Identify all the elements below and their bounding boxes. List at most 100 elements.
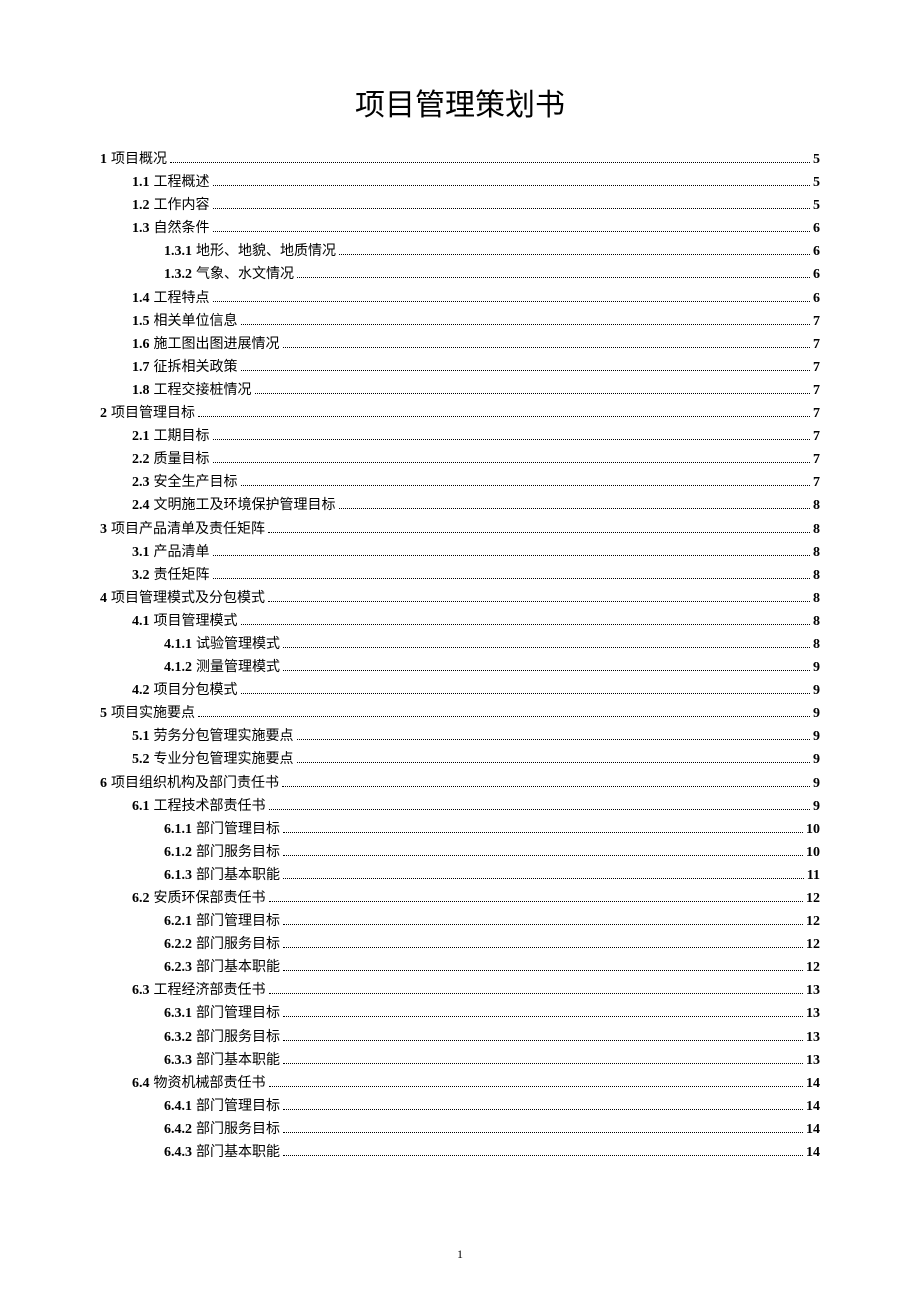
toc-leader-dots <box>241 693 811 694</box>
toc-entry: 5 项目实施要点 9 <box>100 702 820 725</box>
toc-entry-label: 气象、水文情况 <box>196 263 294 286</box>
toc-entry-label: 工程经济部责任书 <box>154 979 266 1002</box>
toc-entry: 2.2 质量目标 7 <box>100 448 820 471</box>
toc-leader-dots <box>283 1040 803 1041</box>
toc-entry-label: 工作内容 <box>154 194 210 217</box>
toc-entry: 2 项目管理目标 7 <box>100 402 820 425</box>
table-of-contents: 1 项目概况 51.1 工程概述 51.2 工作内容 51.3 自然条件 61.… <box>100 148 820 1164</box>
toc-entry-label: 劳务分包管理实施要点 <box>154 725 294 748</box>
toc-entry: 6.1.3 部门基本职能 11 <box>100 864 820 887</box>
toc-leader-dots <box>198 716 810 717</box>
toc-entry-label: 施工图出图进展情况 <box>154 333 280 356</box>
toc-leader-dots <box>283 1016 803 1017</box>
toc-leader-dots <box>283 1109 803 1110</box>
toc-entry-number: 2 <box>100 402 107 425</box>
toc-entry-number: 6.4.3 <box>164 1141 192 1164</box>
toc-entry: 6.3.2 部门服务目标 13 <box>100 1026 820 1049</box>
toc-leader-dots <box>283 1063 803 1064</box>
toc-entry-label: 部门基本职能 <box>196 1049 280 1072</box>
toc-entry-page: 9 <box>813 702 820 725</box>
toc-leader-dots <box>213 185 811 186</box>
toc-entry: 6.3.3 部门基本职能 13 <box>100 1049 820 1072</box>
toc-entry-page: 10 <box>806 818 820 841</box>
toc-entry-label: 部门服务目标 <box>196 1118 280 1141</box>
toc-entry-page: 7 <box>813 310 820 333</box>
toc-entry-number: 5.2 <box>132 748 150 771</box>
toc-entry-page: 9 <box>813 772 820 795</box>
toc-entry-page: 13 <box>806 1049 820 1072</box>
toc-entry-page: 12 <box>806 910 820 933</box>
toc-entry-page: 12 <box>806 956 820 979</box>
toc-leader-dots <box>282 786 810 787</box>
toc-entry-number: 6.3.1 <box>164 1002 192 1025</box>
toc-entry: 4.1 项目管理模式 8 <box>100 610 820 633</box>
toc-leader-dots <box>213 439 811 440</box>
toc-entry: 3 项目产品清单及责任矩阵 8 <box>100 518 820 541</box>
toc-entry: 1.7 征拆相关政策 7 <box>100 356 820 379</box>
toc-entry-page: 8 <box>813 633 820 656</box>
toc-entry: 6.1.2 部门服务目标 10 <box>100 841 820 864</box>
toc-entry-number: 6.2.1 <box>164 910 192 933</box>
toc-entry-number: 6.2.3 <box>164 956 192 979</box>
toc-leader-dots <box>213 301 811 302</box>
toc-entry-page: 6 <box>813 217 820 240</box>
toc-entry-page: 14 <box>806 1141 820 1164</box>
toc-entry-page: 5 <box>813 171 820 194</box>
toc-entry: 4.2 项目分包模式 9 <box>100 679 820 702</box>
toc-entry: 1.5 相关单位信息 7 <box>100 310 820 333</box>
toc-entry: 6.1 工程技术部责任书 9 <box>100 795 820 818</box>
toc-entry-page: 9 <box>813 679 820 702</box>
toc-entry: 1.3.2 气象、水文情况 6 <box>100 263 820 286</box>
toc-entry-page: 7 <box>813 356 820 379</box>
toc-entry-number: 4.2 <box>132 679 150 702</box>
toc-leader-dots <box>283 970 803 971</box>
toc-entry-label: 部门基本职能 <box>196 1141 280 1164</box>
toc-leader-dots <box>283 924 803 925</box>
toc-entry-label: 工程技术部责任书 <box>154 795 266 818</box>
toc-entry: 3.1 产品清单 8 <box>100 541 820 564</box>
toc-entry-label: 部门服务目标 <box>196 841 280 864</box>
toc-entry: 2.1 工期目标 7 <box>100 425 820 448</box>
toc-entry-page: 5 <box>813 194 820 217</box>
toc-leader-dots <box>241 485 811 486</box>
toc-entry-page: 7 <box>813 379 820 402</box>
toc-leader-dots <box>213 231 811 232</box>
toc-entry-label: 安全生产目标 <box>154 471 238 494</box>
toc-leader-dots <box>283 832 803 833</box>
toc-entry-number: 1.2 <box>132 194 150 217</box>
toc-entry-page: 7 <box>813 402 820 425</box>
toc-entry-number: 6.1.3 <box>164 864 192 887</box>
toc-leader-dots <box>297 739 811 740</box>
toc-entry-label: 项目管理模式及分包模式 <box>111 587 265 610</box>
toc-leader-dots <box>269 809 811 810</box>
toc-entry: 5.1 劳务分包管理实施要点 9 <box>100 725 820 748</box>
toc-entry: 6.3 工程经济部责任书 13 <box>100 979 820 1002</box>
toc-entry: 6 项目组织机构及部门责任书 9 <box>100 772 820 795</box>
toc-entry-number: 1.8 <box>132 379 150 402</box>
toc-entry: 6.2.3 部门基本职能 12 <box>100 956 820 979</box>
toc-entry-number: 1 <box>100 148 107 171</box>
toc-entry-label: 征拆相关政策 <box>154 356 238 379</box>
toc-entry: 1.3.1 地形、地貌、地质情况 6 <box>100 240 820 263</box>
toc-leader-dots <box>213 578 811 579</box>
toc-entry: 4.1.1 试验管理模式 8 <box>100 633 820 656</box>
toc-entry-label: 项目产品清单及责任矩阵 <box>111 518 265 541</box>
toc-entry-number: 2.1 <box>132 425 150 448</box>
toc-entry-label: 项目分包模式 <box>154 679 238 702</box>
toc-entry-page: 8 <box>813 587 820 610</box>
toc-entry-label: 项目组织机构及部门责任书 <box>111 772 279 795</box>
page-number: 1 <box>457 1247 463 1262</box>
toc-entry-number: 1.3.2 <box>164 263 192 286</box>
toc-entry-number: 1.1 <box>132 171 150 194</box>
toc-entry-label: 部门管理目标 <box>196 818 280 841</box>
toc-leader-dots <box>283 670 810 671</box>
toc-entry-page: 7 <box>813 425 820 448</box>
toc-entry-number: 6.4 <box>132 1072 150 1095</box>
toc-entry: 1.6 施工图出图进展情况 7 <box>100 333 820 356</box>
toc-entry-label: 物资机械部责任书 <box>154 1072 266 1095</box>
document-title: 项目管理策划书 <box>100 80 820 124</box>
toc-entry-number: 2.3 <box>132 471 150 494</box>
toc-entry: 2.3 安全生产目标 7 <box>100 471 820 494</box>
toc-entry-label: 安质环保部责任书 <box>154 887 266 910</box>
toc-entry: 5.2 专业分包管理实施要点 9 <box>100 748 820 771</box>
